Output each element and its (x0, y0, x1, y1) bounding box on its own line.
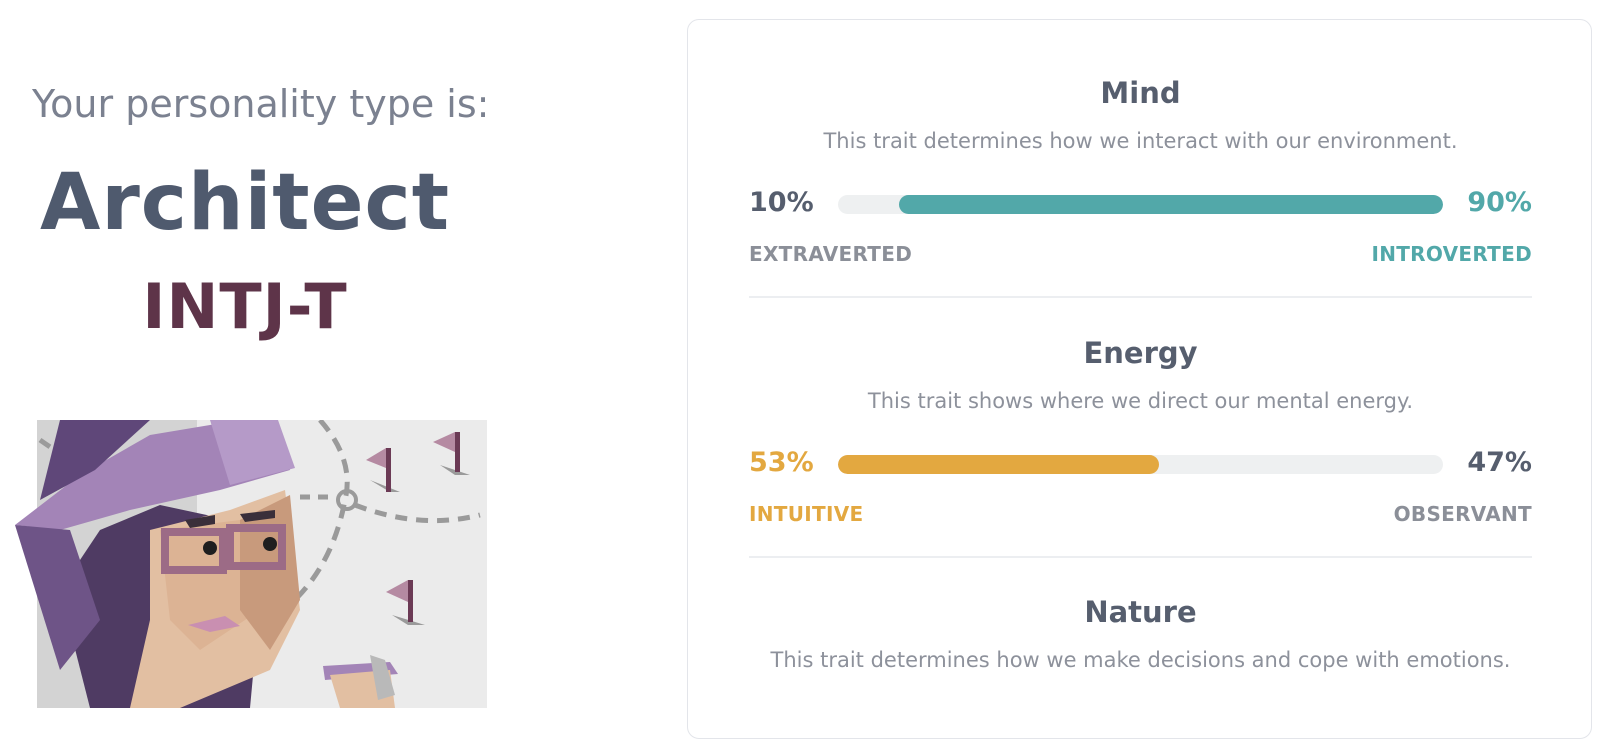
right-label: OBSERVANT (1393, 502, 1532, 526)
trait-title: Nature (1084, 595, 1197, 629)
trait-bar (838, 455, 1443, 474)
trait-title: Mind (1100, 76, 1181, 110)
right-percent: 47% (1467, 447, 1532, 478)
personality-type-code: INTJ-T (142, 270, 348, 343)
architect-illustration (0, 420, 490, 708)
left-percent: 53% (749, 447, 814, 478)
result-summary: Your personality type is: Architect INTJ… (0, 0, 490, 708)
right-percent: 90% (1467, 187, 1532, 218)
trait-description: This trait determines how we interact wi… (823, 129, 1458, 153)
result-intro: Your personality type is: (32, 82, 490, 126)
divider (749, 296, 1532, 298)
trait-title: Energy (1083, 336, 1198, 370)
left-label: EXTRAVERTED (749, 242, 913, 266)
trait-bar (838, 195, 1443, 214)
left-label: INTUITIVE (749, 502, 864, 526)
trait-bar-fill (838, 455, 1159, 474)
trait-description: This trait determines how we make decisi… (770, 648, 1511, 672)
trait-bar-fill (898, 195, 1443, 214)
architect-illustration-icon (15, 420, 487, 708)
left-percent: 10% (749, 187, 814, 218)
right-label: INTROVERTED (1371, 242, 1532, 266)
personality-type-name: Architect (39, 158, 451, 248)
traits-card: Mind This trait determines how we intera… (687, 19, 1592, 739)
divider (749, 556, 1532, 558)
trait-description: This trait shows where we direct our men… (867, 389, 1414, 413)
